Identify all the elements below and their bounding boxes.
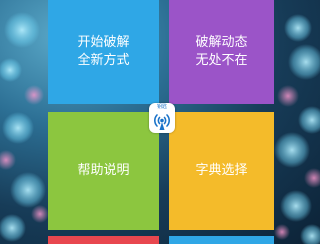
dictionary-label: 字典选择	[195, 163, 248, 178]
wifi-signal-tower-icon	[152, 111, 172, 131]
app-screen: 开始破解 全新方式 破解动态 无处不在 帮助说明 字典选择 钥匙	[0, 0, 320, 244]
center-logo-label: 钥匙	[156, 104, 167, 110]
crack-dynamic-tile[interactable]: 破解动态 无处不在	[169, 0, 274, 104]
start-crack-subtitle: 全新方式	[77, 53, 130, 68]
help-label: 帮助说明	[77, 163, 130, 178]
center-logo-badge[interactable]: 钥匙	[149, 103, 175, 133]
start-crack-tile[interactable]: 开始破解 全新方式	[48, 0, 159, 104]
dictionary-tile[interactable]: 字典选择	[169, 112, 274, 230]
crack-dynamic-title: 破解动态	[195, 35, 248, 50]
help-tile[interactable]: 帮助说明	[48, 112, 159, 230]
bottom-left-tile[interactable]	[48, 236, 159, 244]
start-crack-title: 开始破解	[77, 35, 130, 50]
bottom-right-tile[interactable]	[169, 236, 274, 244]
crack-dynamic-subtitle: 无处不在	[195, 53, 248, 68]
